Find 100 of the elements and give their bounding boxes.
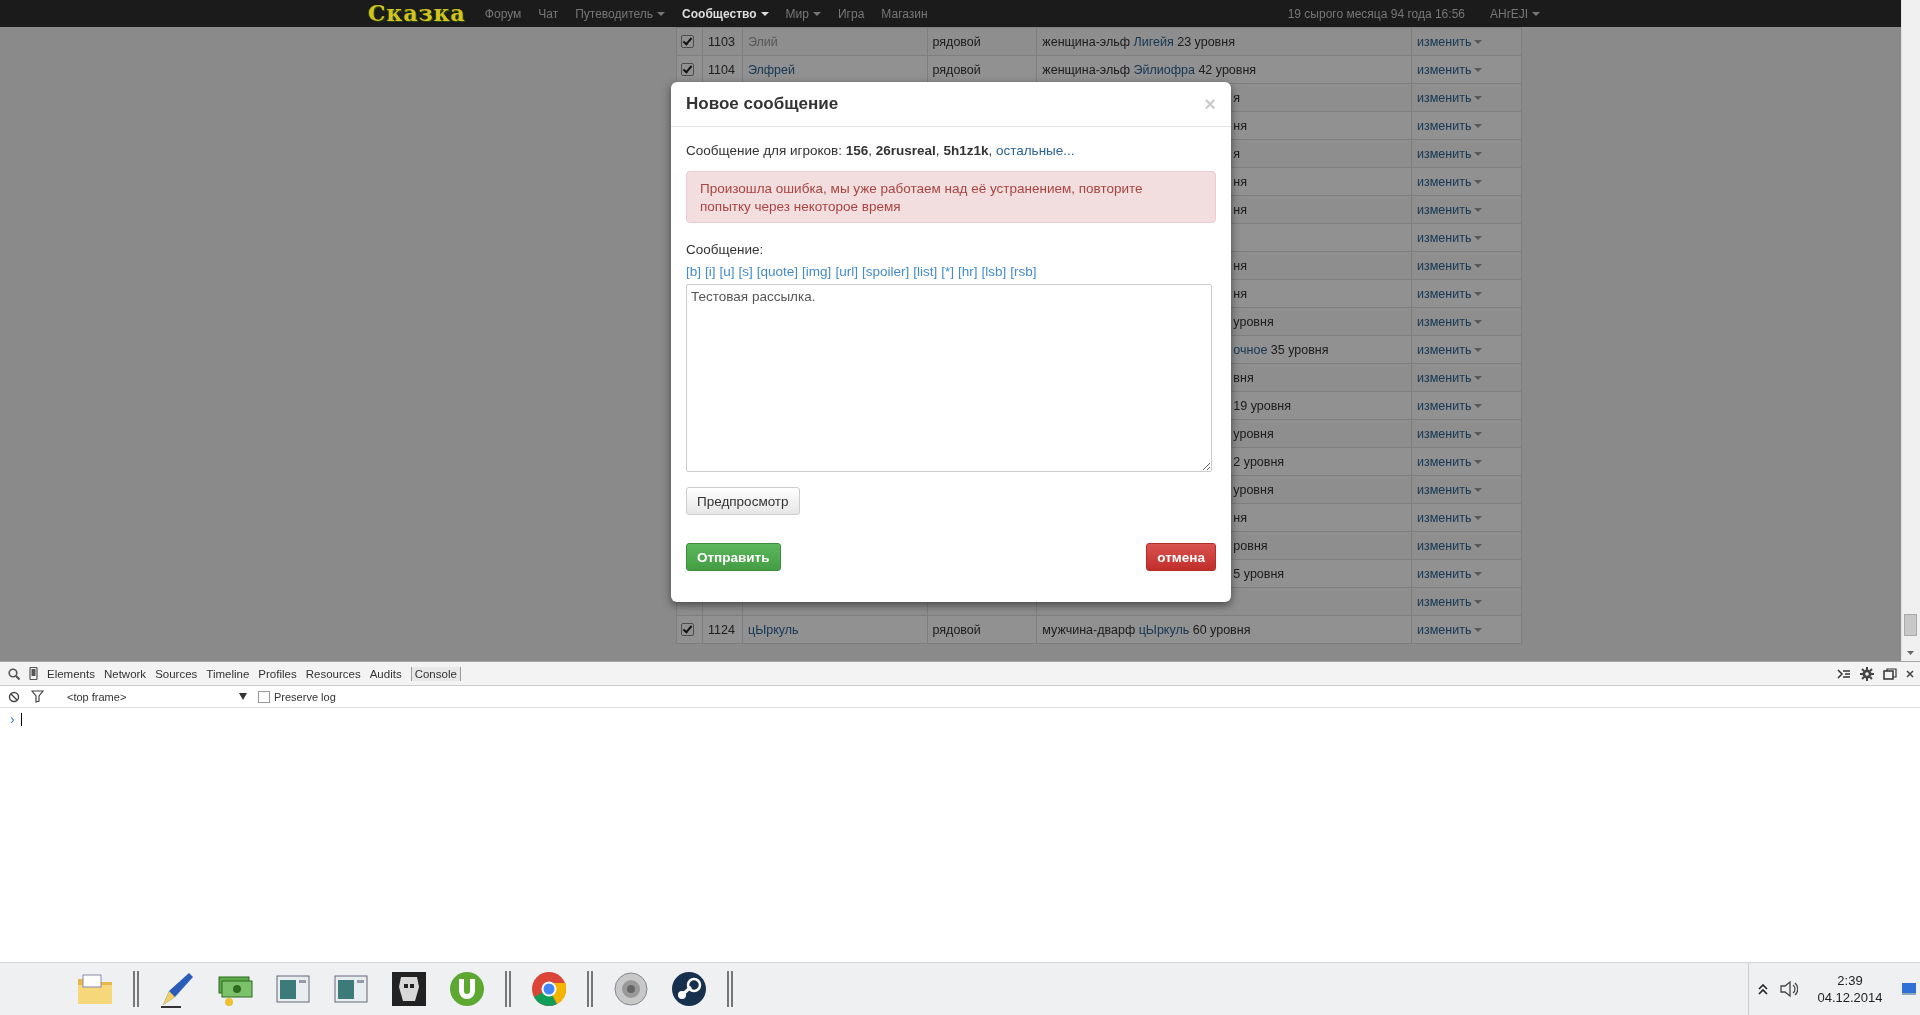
- devtools-tab[interactable]: Audits: [369, 666, 402, 681]
- console-prompt: ›: [10, 712, 15, 726]
- game-date: 19 сырого месяца 94 года 16:56: [1287, 6, 1465, 21]
- row-checkbox[interactable]: [681, 63, 694, 76]
- hero-level: уровня: [1233, 426, 1274, 441]
- member-id: 1103: [708, 34, 735, 49]
- row-checkbox[interactable]: [681, 35, 694, 48]
- nav-link[interactable]: Мир: [785, 6, 821, 21]
- volume-icon[interactable]: [1780, 980, 1798, 998]
- devtools-tab[interactable]: Sources: [155, 666, 198, 681]
- taskbar-grip: [505, 971, 511, 1007]
- scrollbar[interactable]: [1901, 0, 1920, 661]
- member-race: женщина-эльф: [1042, 34, 1131, 49]
- nav-link[interactable]: Форум: [484, 6, 522, 21]
- devtools-tab[interactable]: Console: [410, 666, 461, 681]
- hero-level: 19 уровня: [1233, 398, 1292, 413]
- clear-icon[interactable]: [8, 690, 20, 703]
- preview-button[interactable]: Предпросмотр: [686, 487, 800, 515]
- hero-level: ровня: [1233, 538, 1268, 553]
- speaker-icon[interactable]: [611, 969, 651, 1009]
- torrent-icon[interactable]: [447, 969, 487, 1009]
- mask-icon[interactable]: [389, 969, 429, 1009]
- cancel-button[interactable]: отмена: [1146, 543, 1216, 571]
- chrome-icon[interactable]: [529, 969, 569, 1009]
- hero-link[interactable]: очное: [1233, 342, 1268, 357]
- close-icon[interactable]: [1906, 669, 1914, 678]
- bbcode-link[interactable]: [spoiler]: [861, 263, 910, 281]
- hero-level: ня: [1233, 286, 1247, 301]
- hero-level: ня: [1233, 258, 1247, 273]
- hero-link[interactable]: Эйлиофра: [1133, 62, 1195, 77]
- checkbox[interactable]: [258, 690, 270, 703]
- devtools-tab[interactable]: Timeline: [206, 666, 250, 681]
- bbcode-link[interactable]: [u]: [719, 263, 735, 281]
- hero-level: 35 уровня: [1270, 342, 1329, 357]
- hero-level: 60 уровня: [1192, 622, 1251, 637]
- nav-link[interactable]: Магазин: [881, 6, 928, 21]
- settings-icon[interactable]: [1860, 666, 1874, 681]
- member-name-link[interactable]: цЫркуль: [747, 622, 799, 637]
- chevron-up-icon[interactable]: [1758, 983, 1768, 995]
- hero-link[interactable]: Лигейя: [1133, 34, 1174, 49]
- hero-link[interactable]: цЫркуль: [1138, 622, 1190, 637]
- nav-link[interactable]: Сообщество: [682, 6, 769, 21]
- console-drawer-icon[interactable]: [1837, 668, 1851, 679]
- bbcode-link[interactable]: [quote]: [756, 263, 799, 281]
- nav-link[interactable]: Игра: [837, 6, 865, 21]
- filter-icon[interactable]: [31, 690, 44, 703]
- bbcode-link[interactable]: [url]: [835, 263, 858, 281]
- member-race: женщина-эльф: [1042, 62, 1131, 77]
- bbcode-link[interactable]: [rsb]: [1010, 263, 1037, 281]
- message-field[interactable]: Тестовая рассылка.: [686, 284, 1212, 472]
- hero-level: ня: [1233, 510, 1247, 525]
- steam-icon[interactable]: [669, 969, 709, 1009]
- member-id: 1124: [708, 622, 735, 637]
- text-cursor: [20, 712, 22, 726]
- row-checkbox[interactable]: [681, 623, 694, 636]
- hero-level: 5 уровня: [1233, 566, 1285, 581]
- dialog-title: Новое сообщение: [686, 94, 839, 114]
- hero-level: ня: [1233, 202, 1247, 217]
- bbcode-link[interactable]: [hr]: [957, 263, 978, 281]
- devtools-tab[interactable]: Profiles: [258, 666, 297, 681]
- member-id: 1104: [708, 62, 735, 77]
- hero-level: я: [1233, 146, 1241, 161]
- search-icon[interactable]: [8, 667, 20, 680]
- devtools-tab[interactable]: Network: [103, 666, 147, 681]
- member-race: мужчина-дварф: [1042, 622, 1136, 637]
- nav-link[interactable]: Чат: [538, 6, 559, 21]
- taskbar-grip: [727, 971, 733, 1007]
- member-rank: рядовой: [932, 622, 981, 637]
- recipients-text: Сообщение для игроков: 156, 26rusreal, 5h1z1k, остальные...: [686, 142, 1076, 160]
- bbcode-link[interactable]: [i]: [705, 263, 716, 281]
- devtools-tab[interactable]: Elements: [47, 666, 95, 681]
- bbcode-link[interactable]: [lsb]: [981, 263, 1007, 281]
- clock[interactable]: 2:39 04.12.2014: [1810, 972, 1890, 1006]
- taskbar-grip: [133, 971, 139, 1007]
- phone-icon[interactable]: [29, 667, 38, 680]
- hero-level: ня: [1233, 174, 1247, 189]
- send-button[interactable]: Отправить: [686, 543, 781, 571]
- devtools-tab[interactable]: Resources: [305, 666, 361, 681]
- nav-link[interactable]: Путеводитель: [575, 6, 666, 21]
- hero-level: 2 уровня: [1233, 454, 1285, 469]
- undock-icon[interactable]: [1883, 667, 1897, 680]
- scroll-down-icon[interactable]: [1907, 651, 1914, 655]
- more-recipients-link[interactable]: остальные...: [995, 143, 1075, 158]
- frame-select[interactable]: <top frame>: [55, 690, 247, 703]
- hero-level: ня: [1233, 118, 1247, 133]
- scrollbar-thumb[interactable]: [1904, 614, 1917, 636]
- hero-level: уровня: [1233, 314, 1274, 329]
- message-label: Сообщение:: [686, 241, 765, 259]
- bbcode-link[interactable]: [s]: [738, 263, 753, 281]
- hero-level: 42 уровня: [1198, 62, 1257, 77]
- member-name-link[interactable]: Элфрей: [747, 62, 795, 77]
- bbcode-link[interactable]: [*]: [941, 263, 954, 281]
- clock-date: 04.12.2014: [1817, 989, 1883, 1006]
- error-alert: Произошла ошибка, мы уже работаем над её устранением, повторите попытку через некоторое время: [686, 171, 1216, 223]
- user-menu[interactable]: AHrEJI: [1490, 6, 1540, 21]
- bbcode-link[interactable]: [img]: [802, 263, 832, 281]
- preserve-log-label: Preserve log: [274, 690, 336, 703]
- bbcode-link[interactable]: [b]: [686, 263, 701, 281]
- logo[interactable]: Сказка: [368, 0, 466, 27]
- bbcode-link[interactable]: [list]: [913, 263, 938, 281]
